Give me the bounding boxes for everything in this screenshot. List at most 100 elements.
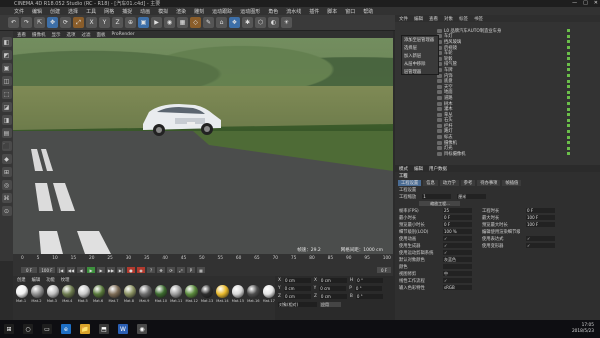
menu-item[interactable]: 编辑 bbox=[32, 8, 42, 15]
go-end-button[interactable]: ▶| bbox=[117, 267, 125, 273]
param-key-button[interactable]: P bbox=[187, 267, 195, 273]
timeline-ruler[interactable]: 0 5 10 15 20 25 30 35 40 45 50 55 60 65 70 75 80 85 90 95 10… bbox=[21, 256, 391, 263]
object-visibility-dot[interactable] bbox=[567, 102, 570, 106]
toolbar-tool-icon[interactable]: Z bbox=[112, 17, 123, 28]
menu-item[interactable]: 窗口 bbox=[345, 8, 355, 15]
material-menu-item[interactable]: 功能 bbox=[46, 277, 55, 283]
attribute-value[interactable]: 100 F bbox=[526, 215, 555, 220]
toolbar-tool-icon[interactable]: ◇ bbox=[190, 17, 201, 28]
context-menu-item[interactable]: 加入新层 bbox=[402, 52, 438, 60]
material-name[interactable]: Mat.15 bbox=[232, 299, 244, 303]
toolbar-tool-icon[interactable]: ⟳ bbox=[60, 17, 71, 28]
side-tool-icon[interactable]: ◪ bbox=[1, 102, 12, 112]
object-visibility-dot[interactable] bbox=[567, 40, 570, 44]
attribute-value[interactable]: 中 bbox=[443, 271, 472, 276]
move-key-button[interactable]: ✥ bbox=[157, 267, 165, 273]
attribute-value[interactable]: 0 F bbox=[443, 215, 472, 220]
toolbar-tool-icon[interactable]: ✎ bbox=[203, 17, 214, 28]
object-visibility-dot[interactable] bbox=[567, 51, 570, 55]
toolbar-tool-icon[interactable]: ✱ bbox=[242, 17, 253, 28]
object-visibility-dot[interactable] bbox=[567, 85, 570, 89]
rotate-key-button[interactable]: ⟳ bbox=[167, 267, 175, 273]
material-swatch[interactable] bbox=[123, 285, 137, 298]
object-manager-menu-item[interactable]: 标签 bbox=[459, 16, 468, 22]
attribute-value[interactable]: ✓ bbox=[526, 243, 555, 248]
attribute-value[interactable] bbox=[443, 264, 472, 269]
attributes-tab[interactable]: 信息 bbox=[423, 179, 438, 186]
side-tool-icon[interactable]: ◧ bbox=[1, 37, 12, 47]
attributes-menu-item[interactable]: 模式 bbox=[399, 166, 408, 172]
record-button[interactable]: ● bbox=[127, 267, 135, 273]
material-name[interactable]: Mat.14 bbox=[216, 299, 228, 303]
menu-item[interactable]: 创建 bbox=[50, 8, 60, 15]
material-swatch[interactable] bbox=[77, 285, 91, 298]
taskbar-app-icon[interactable]: ◉ bbox=[137, 324, 147, 334]
toolbar-tool-icon[interactable]: ❖ bbox=[229, 17, 240, 28]
frame-end-field[interactable]: 100 F bbox=[39, 267, 55, 273]
toolbar-tool-icon[interactable]: ▣ bbox=[138, 17, 149, 28]
material-menu-item[interactable]: 编辑 bbox=[32, 277, 41, 283]
material-swatch[interactable] bbox=[200, 285, 214, 298]
context-menu-item[interactable]: 层管理器 bbox=[402, 68, 438, 76]
toolbar-tool-icon[interactable]: ◉ bbox=[164, 17, 175, 28]
object-manager-menu-item[interactable]: 书签 bbox=[474, 16, 483, 22]
taskbar-app-icon[interactable]: ○ bbox=[23, 324, 33, 334]
attribute-value[interactable]: 灰蓝色 bbox=[443, 257, 472, 262]
taskbar-app-icon[interactable]: ▭ bbox=[42, 324, 52, 334]
viewport-menu-item[interactable]: 摄像机 bbox=[32, 32, 46, 38]
object-visibility-dot[interactable] bbox=[567, 107, 570, 111]
material-name[interactable]: Mat.9 bbox=[139, 299, 151, 303]
toolbar-tool-icon[interactable]: ⬡ bbox=[255, 17, 266, 28]
grid-key-button[interactable]: ▦ bbox=[197, 267, 205, 273]
toolbar-tool-icon[interactable]: ☀ bbox=[281, 17, 292, 28]
object-visibility-dot[interactable] bbox=[567, 129, 570, 133]
material-name[interactable]: Mat.10 bbox=[155, 299, 167, 303]
car-model[interactable] bbox=[135, 98, 225, 138]
attribute-value[interactable]: 100 % bbox=[443, 229, 472, 234]
object-visibility-dot[interactable] bbox=[567, 90, 570, 94]
attribute-value[interactable]: 25 bbox=[443, 208, 472, 213]
side-tool-icon[interactable]: ⬚ bbox=[1, 89, 12, 99]
material-swatch[interactable] bbox=[170, 285, 183, 298]
material-name[interactable]: Mat.7 bbox=[108, 299, 120, 303]
toolbar-tool-icon[interactable]: ⇱ bbox=[34, 17, 45, 28]
material-name[interactable]: Mat.8 bbox=[124, 299, 136, 303]
attribute-value[interactable]: ✓ bbox=[526, 236, 555, 241]
project-scale-unit[interactable]: 厘米 bbox=[457, 194, 487, 199]
side-tool-icon[interactable]: ◩ bbox=[1, 50, 12, 60]
object-manager-menu-item[interactable]: 对象 bbox=[444, 16, 453, 22]
minimize-button[interactable]: — bbox=[572, 0, 577, 6]
prev-frame-button[interactable]: ◀ bbox=[77, 267, 85, 273]
material-name[interactable]: Mat.11 bbox=[170, 299, 182, 303]
go-start-button[interactable]: |◀ bbox=[57, 267, 65, 273]
object-manager-menu-item[interactable]: 文件 bbox=[399, 16, 408, 22]
object-manager-menu-item[interactable]: 查看 bbox=[429, 16, 438, 22]
material-swatch[interactable] bbox=[31, 285, 44, 298]
attributes-tab[interactable]: 待办事项 bbox=[477, 179, 501, 186]
material-swatch[interactable] bbox=[262, 285, 275, 298]
system-tray-clock[interactable]: 17:05 2018/5/23 bbox=[572, 323, 594, 335]
attributes-tab[interactable]: 参考 bbox=[460, 179, 476, 186]
attribute-value[interactable]: sRGB bbox=[443, 285, 472, 290]
viewport-menu-item[interactable]: 面板 bbox=[97, 32, 106, 38]
side-tool-icon[interactable]: ◎ bbox=[1, 180, 12, 190]
viewport-menu-item[interactable]: 选项 bbox=[67, 32, 76, 38]
menu-item[interactable]: 流水线 bbox=[286, 8, 301, 15]
attribute-value[interactable]: 0 F bbox=[443, 222, 472, 227]
side-tool-icon[interactable]: ▤ bbox=[1, 128, 12, 138]
attribute-value[interactable]: 100 F bbox=[526, 222, 555, 227]
material-swatch[interactable] bbox=[185, 285, 198, 298]
rotation-field[interactable]: 0 ° bbox=[356, 277, 384, 283]
size-field[interactable]: 0 cm bbox=[319, 285, 347, 291]
close-button[interactable]: ✕ bbox=[594, 0, 598, 6]
object-visibility-dot[interactable] bbox=[567, 46, 570, 50]
object-visibility-dot[interactable] bbox=[567, 113, 570, 117]
taskbar-app-icon[interactable]: e bbox=[61, 324, 71, 334]
attribute-value[interactable]: 0 F bbox=[526, 208, 555, 213]
material-name[interactable]: Mat.13 bbox=[201, 299, 213, 303]
object-visibility-dot[interactable] bbox=[567, 152, 570, 156]
menu-item[interactable]: 动画 bbox=[140, 8, 150, 15]
toolbar-tool-icon[interactable]: ⊕ bbox=[125, 17, 136, 28]
menu-item[interactable]: 运动图形 bbox=[240, 8, 260, 15]
menu-item[interactable]: 雕刻 bbox=[194, 8, 204, 15]
